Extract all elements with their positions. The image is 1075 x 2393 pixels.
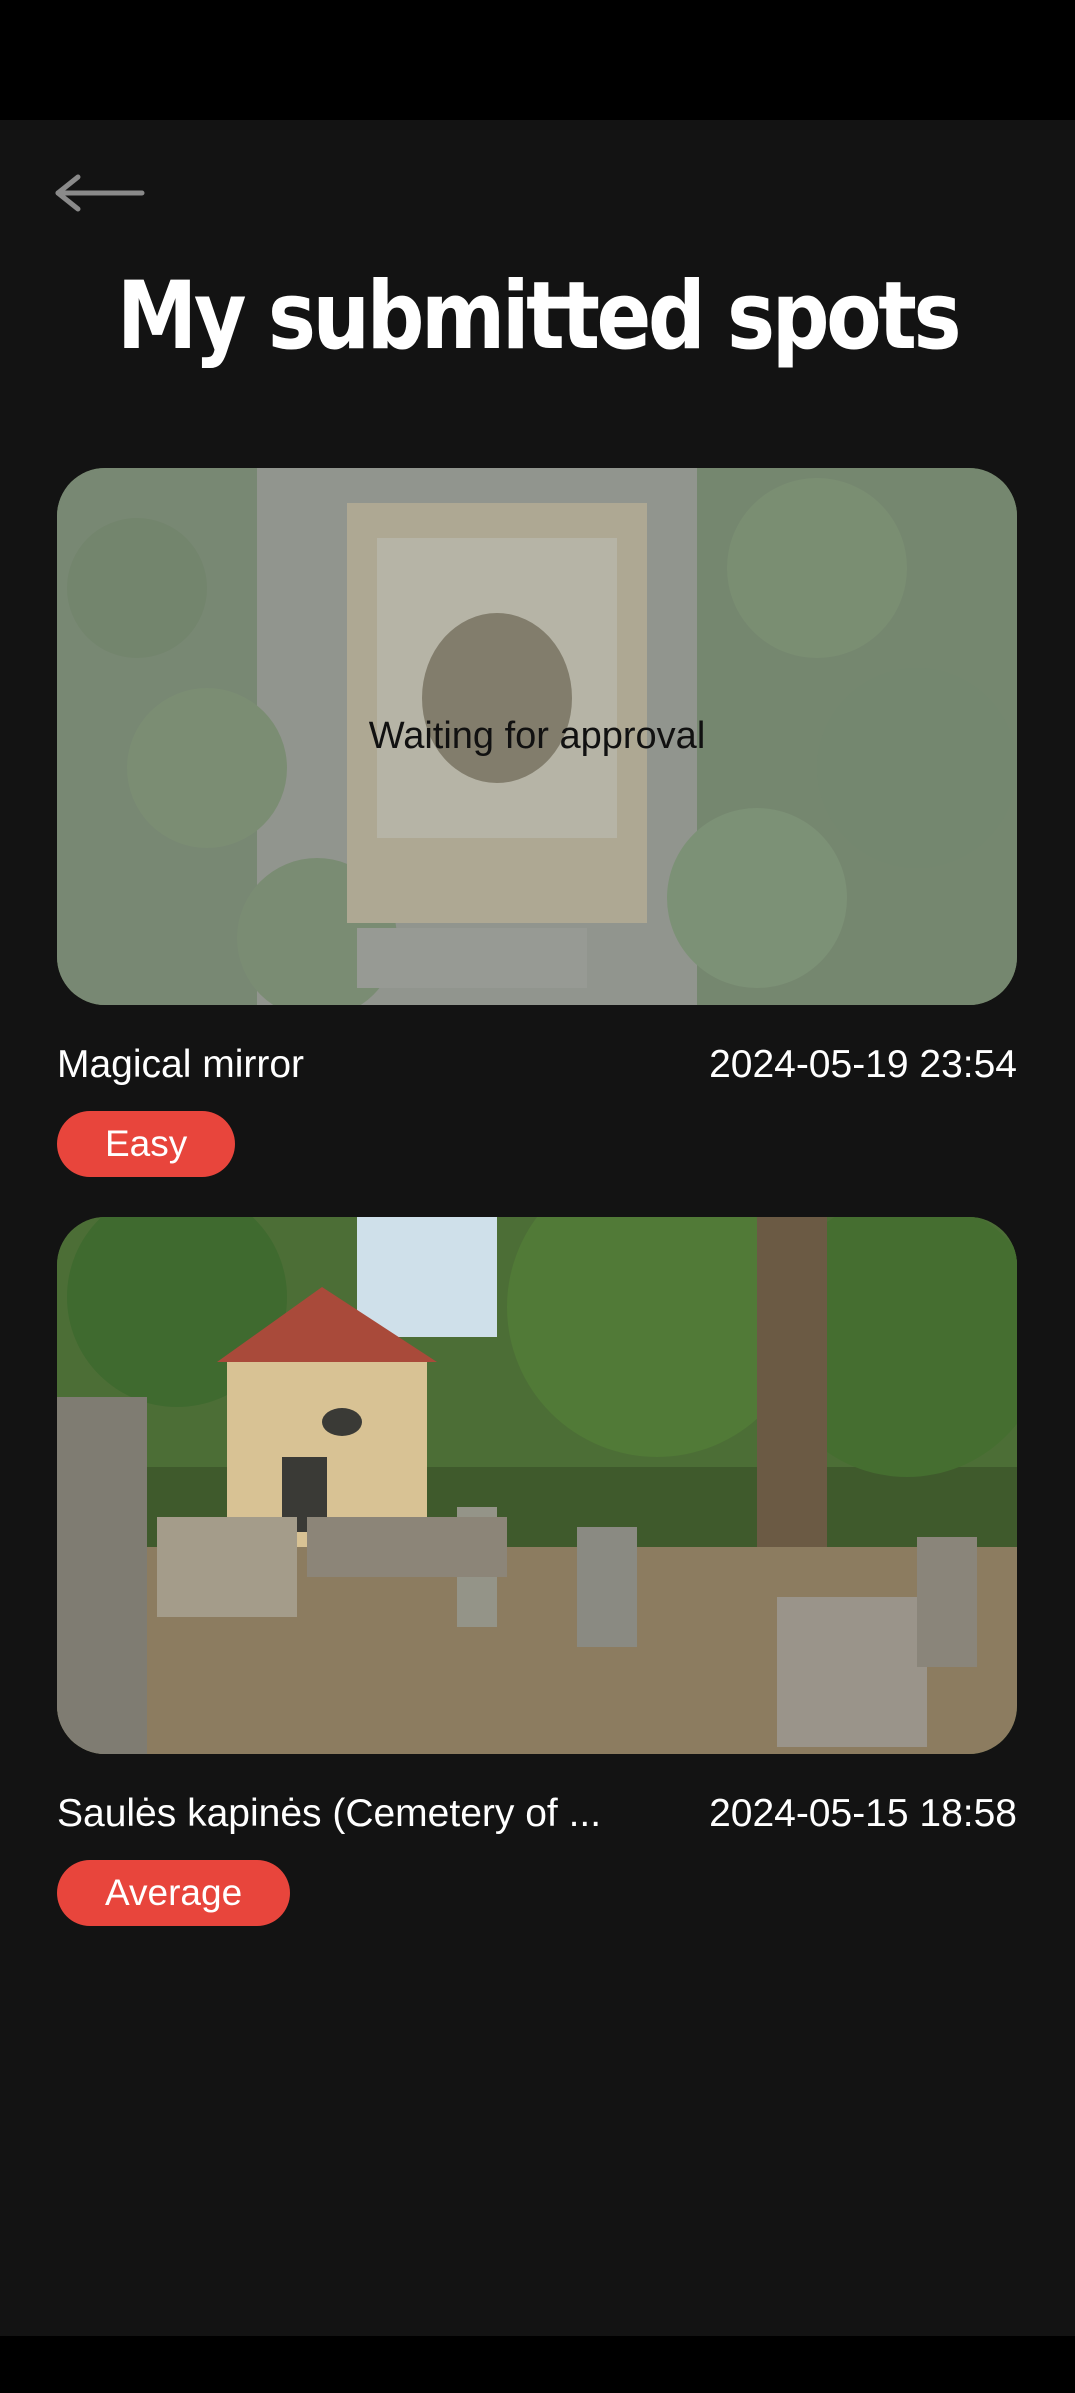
spot-photo[interactable]: Waiting for approval (57, 468, 1017, 1005)
spot-card[interactable]: Waiting for approval Magical mirror 2024… (57, 468, 1017, 1177)
arrow-left-icon (55, 174, 145, 212)
approval-status: Waiting for approval (368, 715, 706, 757)
status-bar (0, 0, 1075, 120)
back-button[interactable] (52, 168, 152, 218)
approval-overlay: Waiting for approval (57, 468, 1017, 1005)
spot-name: Magical mirror (57, 1043, 305, 1086)
cemetery-photo (57, 1217, 1017, 1754)
difficulty-badge: Average (57, 1860, 291, 1926)
page-title: My submitted spots (116, 262, 962, 371)
navigation-bar (0, 2336, 1075, 2393)
difficulty-badge: Easy (57, 1111, 236, 1177)
spot-date: 2024-05-15 18:58 (709, 1792, 1017, 1835)
spot-date: 2024-05-19 23:54 (709, 1043, 1017, 1086)
spot-photo[interactable] (57, 1217, 1017, 1754)
spot-card[interactable]: Saulės kapinės (Cemetery of ... 2024-05-… (57, 1217, 1017, 1926)
spot-name: Saulės kapinės (Cemetery of ... (57, 1792, 602, 1835)
